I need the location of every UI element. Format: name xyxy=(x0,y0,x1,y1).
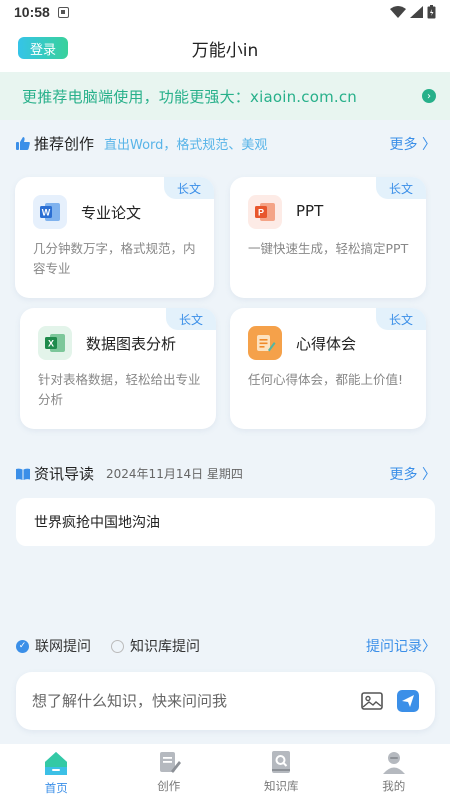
tab-create[interactable]: 创作 xyxy=(113,744,226,800)
knowledge-book-icon xyxy=(272,751,291,773)
news-section-header: 资讯导读 2024年11月14日 星期四 更多 〉 xyxy=(16,463,436,484)
card-title: PPT xyxy=(296,202,324,220)
card-tag: 长文 xyxy=(376,177,426,199)
bottom-tab-bar: 首页 创作 知识库 我的 xyxy=(0,744,450,800)
desktop-promo-banner[interactable]: 更推荐电脑端使用，功能更强大：xiaoin.com.cn › xyxy=(0,72,450,120)
question-history-link[interactable]: 提问记录〉 xyxy=(366,636,436,656)
card-description: 针对表格数据，轻松给出专业分析 xyxy=(38,372,201,407)
ppt-icon: P xyxy=(248,195,282,229)
status-time: 10:58 xyxy=(14,4,50,20)
news-date: 2024年11月14日 星期四 xyxy=(106,467,243,481)
ask-box xyxy=(16,672,435,730)
option-kb-label: 知识库提问 xyxy=(130,639,200,655)
tab-label: 我的 xyxy=(382,779,406,793)
send-icon xyxy=(402,695,414,707)
card-description: 任何心得体会，都能上价值! xyxy=(248,372,404,387)
app-header: 登录 万能小in xyxy=(0,24,450,72)
card-thesis[interactable]: 长文 W 专业论文 几分钟数万字，格式规范，内容专业 xyxy=(15,177,214,298)
card-title: 心得体会 xyxy=(296,335,357,353)
tab-home[interactable]: 首页 xyxy=(0,744,113,800)
recommend-title: 推荐创作 xyxy=(34,135,95,153)
option-web-label: 联网提问 xyxy=(35,639,91,655)
card-data-analysis[interactable]: 长文 X 数据图表分析 针对表格数据，轻松给出专业分析 xyxy=(20,308,216,429)
send-button[interactable] xyxy=(397,690,419,712)
ask-input[interactable] xyxy=(32,692,361,710)
card-tag: 长文 xyxy=(376,308,426,330)
tab-label: 创作 xyxy=(157,779,181,793)
ask-options: ✓ 联网提问 知识库提问 提问记录〉 xyxy=(16,636,436,656)
wifi-icon xyxy=(390,6,406,18)
checkmark-icon: ✓ xyxy=(16,639,29,653)
banner-text: 更推荐电脑端使用，功能更强大：xiaoin.com.cn xyxy=(22,87,358,106)
option-knowledge-base[interactable]: 知识库提问 xyxy=(111,636,200,656)
card-title: 数据图表分析 xyxy=(86,335,177,353)
tab-profile[interactable]: 我的 xyxy=(338,744,450,800)
svg-text:X: X xyxy=(48,339,54,349)
signal-icon xyxy=(410,6,423,18)
svg-text:W: W xyxy=(42,208,51,218)
edit-document-icon xyxy=(159,752,181,773)
recommend-more-link[interactable]: 更多 〉 xyxy=(390,134,436,154)
card-tag: 长文 xyxy=(166,308,216,330)
tab-label: 首页 xyxy=(44,781,68,795)
card-description: 一键快速生成，轻松搞定PPT xyxy=(248,241,409,256)
sim-card-icon xyxy=(57,6,69,18)
thumbs-up-icon xyxy=(16,137,30,150)
tab-knowledge-base[interactable]: 知识库 xyxy=(225,744,338,800)
card-title: 专业论文 xyxy=(81,204,142,222)
excel-icon: X xyxy=(38,326,72,360)
news-title: 资讯导读 xyxy=(34,465,95,483)
svg-text:P: P xyxy=(258,208,264,218)
news-more-link[interactable]: 更多 〉 xyxy=(390,464,436,484)
card-reflection[interactable]: 长文 心得体会 任何心得体会，都能上价值! xyxy=(230,308,426,429)
recommend-subtitle: 直出Word，格式规范、美观 xyxy=(104,138,268,153)
book-icon xyxy=(16,468,30,480)
battery-icon xyxy=(427,5,436,19)
status-bar: 10:58 xyxy=(0,0,450,24)
option-web-search[interactable]: ✓ 联网提问 xyxy=(16,636,91,656)
home-icon xyxy=(45,752,68,775)
user-icon xyxy=(382,752,405,774)
image-icon[interactable] xyxy=(361,692,383,710)
card-description: 几分钟数万字，格式规范，内容专业 xyxy=(33,241,196,276)
recommend-section-header: 推荐创作 直出Word，格式规范、美观 更多 〉 xyxy=(16,133,436,154)
card-ppt[interactable]: 长文 P PPT 一键快速生成，轻松搞定PPT xyxy=(230,177,426,298)
radio-empty-icon xyxy=(111,639,124,653)
notes-icon xyxy=(248,326,282,360)
news-item[interactable]: 世界疯抢中国地沟油 xyxy=(16,498,435,546)
tab-label: 知识库 xyxy=(264,779,299,793)
chevron-right-icon[interactable]: › xyxy=(422,89,436,103)
word-icon: W xyxy=(33,195,67,229)
page-title: 万能小in xyxy=(191,41,259,61)
card-tag: 长文 xyxy=(164,177,214,199)
